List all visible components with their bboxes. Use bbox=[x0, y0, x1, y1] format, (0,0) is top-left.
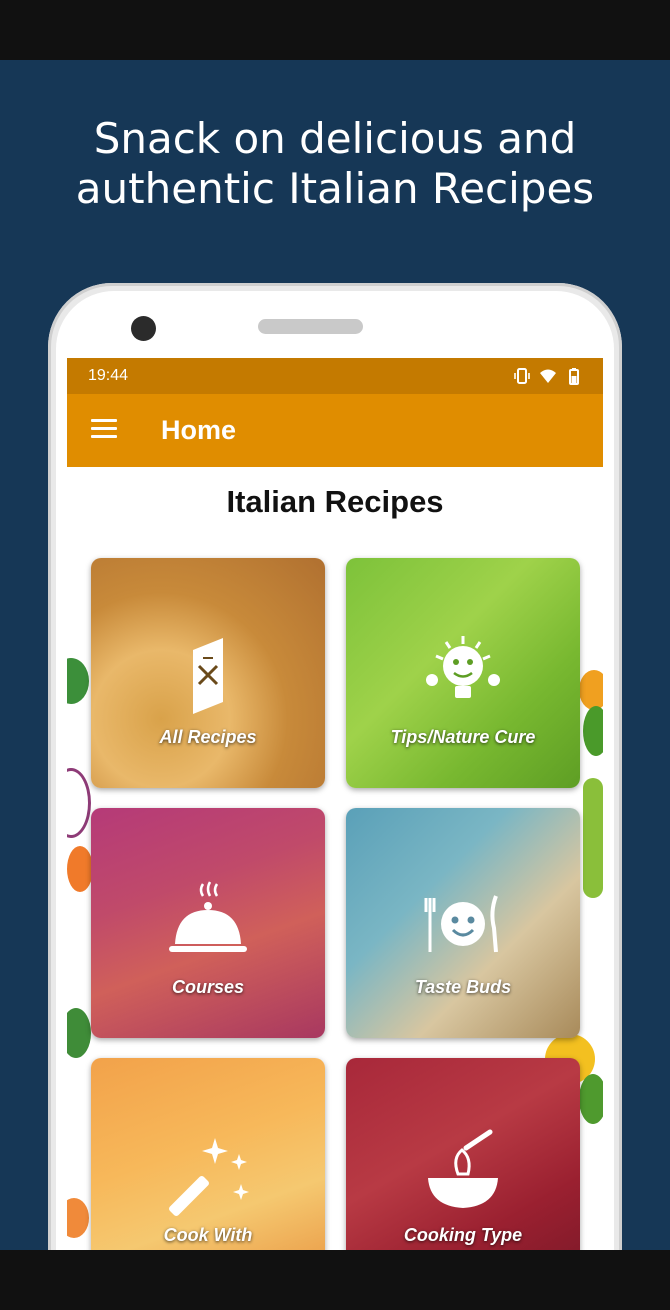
tile-cooking-type[interactable]: Cooking Type bbox=[346, 1058, 580, 1250]
decor-basil-left-2 bbox=[67, 1008, 91, 1058]
promo-line-2: authentic Italian Recipes bbox=[75, 164, 595, 213]
whisk-bowl-icon bbox=[428, 1129, 498, 1208]
app-screen: 19:44 Home Italian Recipes All Recipes T… bbox=[67, 358, 603, 1250]
magic-wand-icon bbox=[169, 1138, 249, 1216]
decor-broccoli-right-2 bbox=[579, 1074, 603, 1124]
tile-taste-buds[interactable]: Taste Buds bbox=[346, 808, 580, 1038]
tile-all-recipes[interactable]: All Recipes bbox=[91, 558, 325, 788]
decor-pepper-right bbox=[579, 670, 603, 710]
promo-line-1: Snack on delicious and bbox=[93, 114, 577, 163]
status-time: 19:44 bbox=[88, 367, 129, 384]
tile-label: Taste Buds bbox=[414, 977, 512, 997]
battery-icon bbox=[569, 368, 579, 385]
decor-orange-left-2 bbox=[67, 1198, 89, 1238]
decor-broccoli-right bbox=[583, 706, 603, 756]
recipe-book-icon bbox=[193, 638, 223, 714]
wifi-icon bbox=[540, 369, 556, 383]
tile-courses[interactable]: Courses bbox=[91, 808, 325, 1038]
app-bar-title: Home bbox=[161, 415, 237, 445]
smiley-cutlery-icon bbox=[424, 895, 498, 953]
decor-orange-left bbox=[67, 846, 93, 892]
bulb-character-icon bbox=[426, 636, 500, 698]
cloche-icon bbox=[169, 881, 247, 952]
page-title: Italian Recipes bbox=[226, 484, 444, 519]
bottom-bar bbox=[0, 1250, 670, 1310]
tile-label: Cook With bbox=[163, 1225, 253, 1245]
decor-onion-left bbox=[67, 768, 91, 838]
status-bar: 19:44 bbox=[67, 358, 603, 394]
tile-label: Courses bbox=[171, 977, 245, 997]
tile-label: All Recipes bbox=[159, 727, 257, 747]
app-bar: Home bbox=[67, 394, 603, 467]
promo-headline: Snack on delicious and authentic Italian… bbox=[0, 114, 670, 214]
front-camera bbox=[131, 316, 156, 341]
status-icons bbox=[513, 367, 583, 385]
decor-basil-left bbox=[67, 658, 89, 704]
tile-cook-with[interactable]: Cook With bbox=[91, 1058, 325, 1250]
vibrate-icon bbox=[514, 368, 530, 384]
hamburger-menu-icon[interactable] bbox=[91, 419, 117, 441]
tile-label: Tips/Nature Cure bbox=[390, 727, 536, 747]
tile-label: Cooking Type bbox=[403, 1225, 523, 1245]
tile-tips-nature-cure[interactable]: Tips/Nature Cure bbox=[346, 558, 580, 788]
phone-speaker bbox=[258, 319, 363, 334]
decor-peas-right bbox=[583, 778, 603, 898]
